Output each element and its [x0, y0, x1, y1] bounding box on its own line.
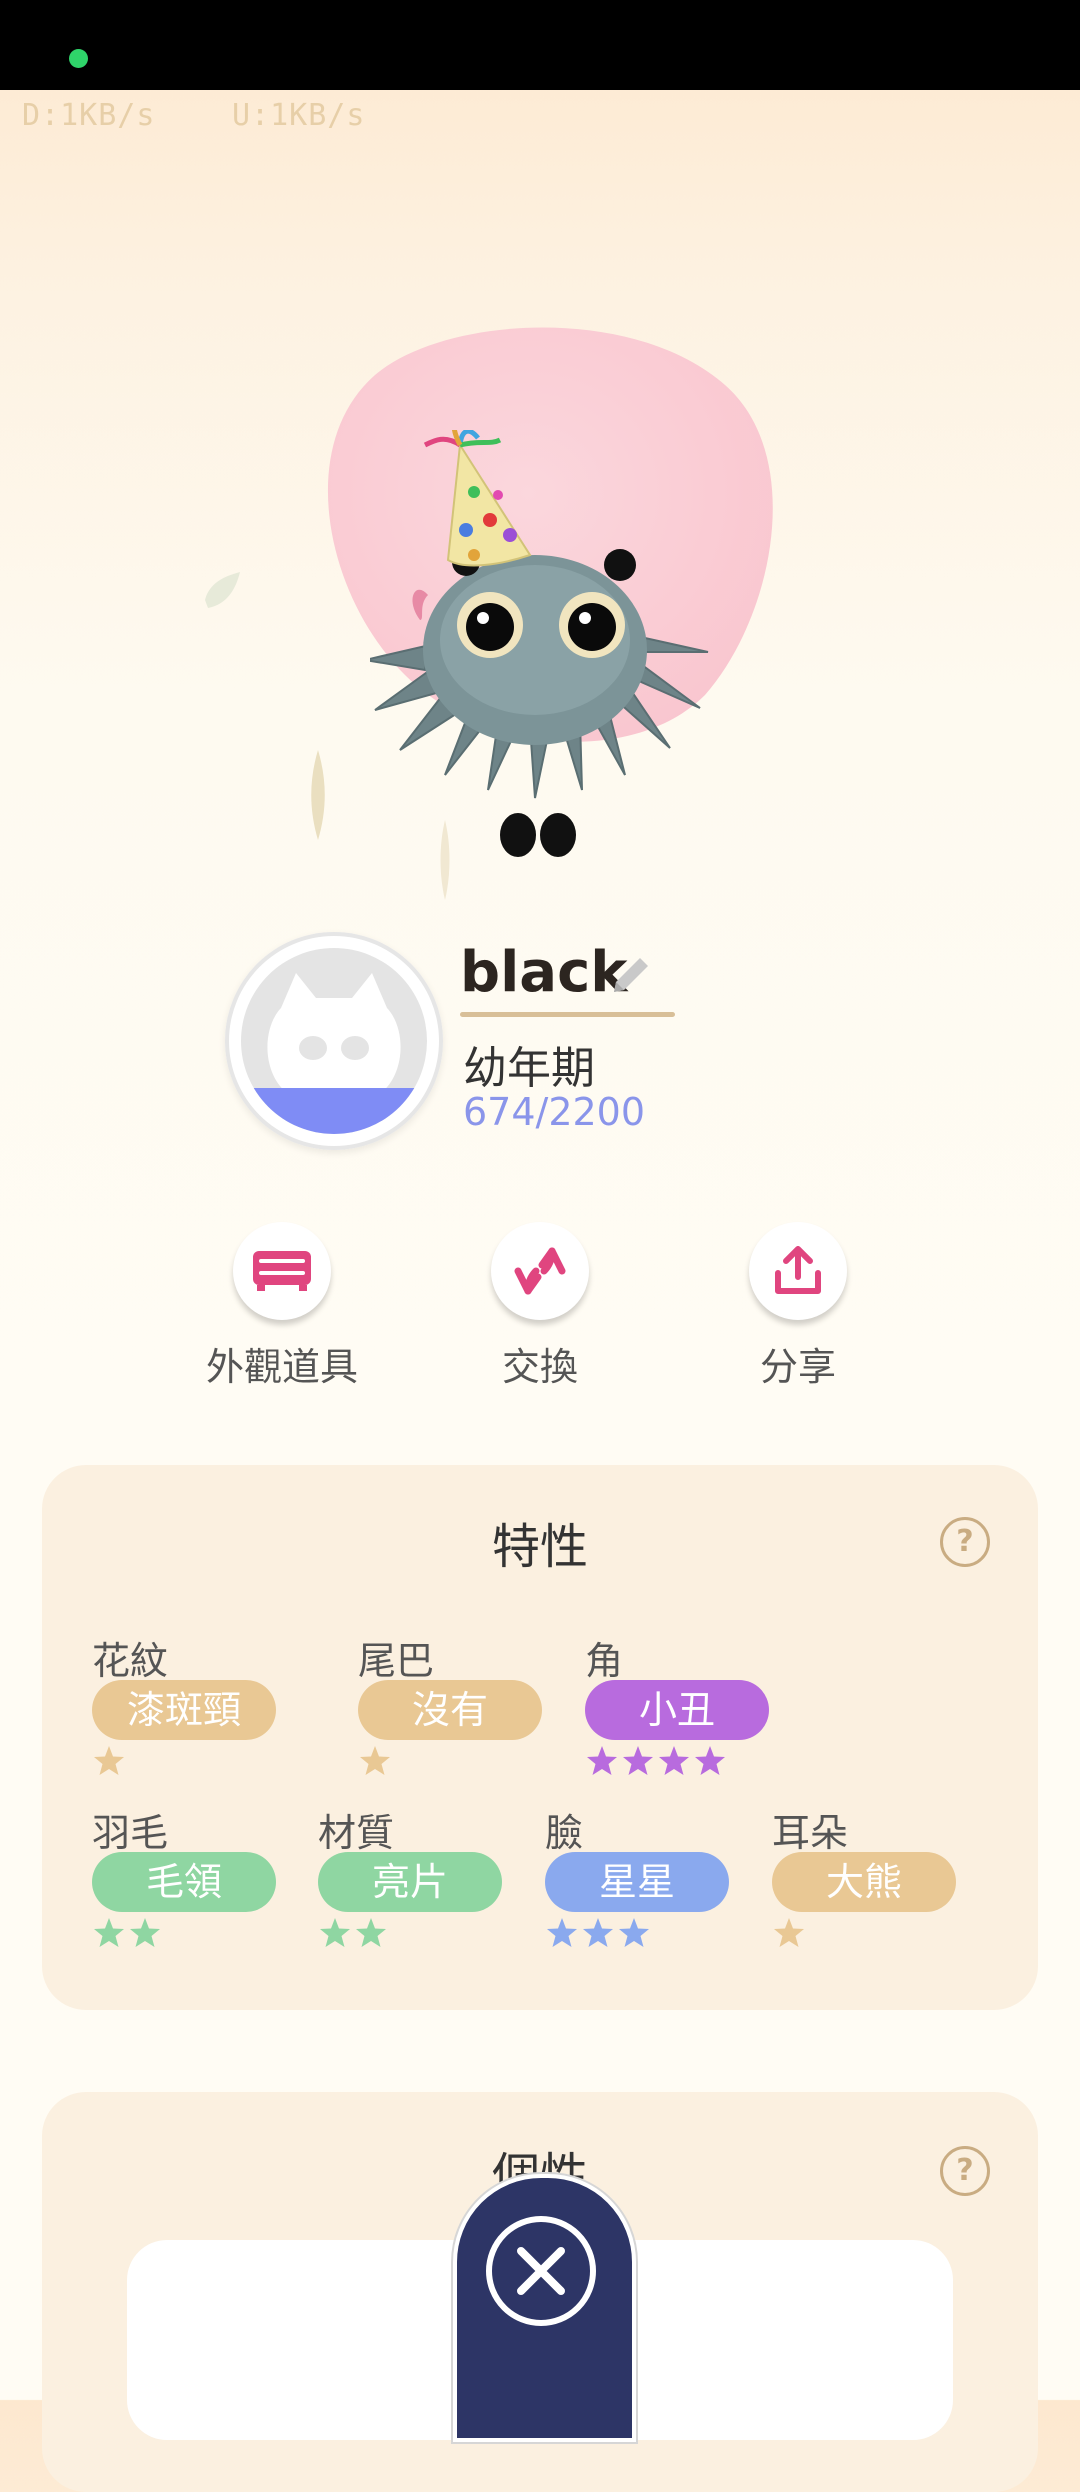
trait-rarity-stars — [585, 1744, 769, 1780]
close-button[interactable] — [486, 2216, 596, 2326]
trait-rarity-stars — [318, 1916, 502, 1952]
growth-progress-fill — [241, 1088, 427, 1134]
star-icon — [547, 1918, 577, 1947]
trait-label: 角 — [585, 1639, 624, 1683]
pet-name[interactable]: black — [460, 940, 628, 1005]
appearance-items-label: 外觀道具 — [205, 1345, 358, 1389]
trait-rarity-stars — [772, 1916, 956, 1952]
star-icon — [587, 1746, 617, 1775]
trait-rarity-stars — [545, 1916, 729, 1952]
upload-speed: U:1KB/s — [232, 98, 366, 133]
trait-label: 材質 — [318, 1811, 395, 1855]
appearance-items-button[interactable]: 外觀道具 — [182, 1222, 382, 1391]
swap-icon — [514, 1247, 566, 1295]
trait-label: 臉 — [545, 1811, 584, 1855]
trait-rarity-stars — [92, 1916, 276, 1952]
trait-item[interactable]: 角小丑 — [585, 1630, 769, 1780]
trait-value-pill[interactable]: 星星 — [545, 1852, 729, 1912]
trait-label: 耳朵 — [772, 1811, 849, 1855]
trait-item[interactable]: 尾巴 沒有 — [358, 1630, 542, 1780]
star-icon — [774, 1918, 804, 1947]
trait-rarity-stars — [92, 1744, 276, 1780]
trait-label: 花紋 — [92, 1639, 169, 1683]
trait-item[interactable]: 材質 亮片 — [318, 1802, 502, 1952]
pet-character[interactable] — [370, 430, 710, 860]
name-underline — [460, 1012, 675, 1017]
star-icon — [94, 1918, 124, 1947]
star-icon — [320, 1918, 350, 1947]
traits-title: 特性 — [491, 1519, 588, 1575]
star-icon — [130, 1918, 160, 1947]
trait-value-pill[interactable]: 漆斑頸 — [92, 1680, 276, 1740]
trait-value-pill[interactable]: 大熊 — [772, 1852, 956, 1912]
trait-item[interactable]: 耳朵 大熊 — [772, 1802, 956, 1952]
trait-item[interactable]: 花紋 漆斑頸 — [92, 1630, 276, 1780]
status-bar — [0, 0, 1080, 90]
swap-button[interactable]: 交換 — [440, 1222, 640, 1391]
floating-leaf-icon — [311, 750, 325, 840]
star-icon — [619, 1918, 649, 1947]
star-icon — [360, 1746, 390, 1775]
share-label: 分享 — [759, 1345, 836, 1389]
trait-label: 尾巴 — [358, 1639, 435, 1683]
pet-showcase[interactable] — [0, 280, 1080, 900]
star-icon — [659, 1746, 689, 1775]
trait-value-pill[interactable]: 亮片 — [318, 1852, 502, 1912]
edit-pencil-icon[interactable] — [606, 950, 656, 1000]
share-icon — [775, 1246, 821, 1294]
trait-value-pill[interactable]: 毛領 — [92, 1852, 276, 1912]
traits-help-icon[interactable]: ? — [940, 1517, 990, 1567]
trait-rarity-stars — [358, 1744, 542, 1780]
floating-leaf-icon — [205, 572, 240, 608]
experience-progress: 674/2200 — [463, 1090, 646, 1134]
trait-item[interactable]: 臉星星 — [545, 1802, 729, 1952]
trait-value-pill[interactable]: 小丑 — [585, 1680, 769, 1740]
download-speed: D:1KB/s — [22, 98, 156, 133]
share-button[interactable]: 分享 — [698, 1222, 898, 1391]
close-icon — [517, 2247, 565, 2295]
star-icon — [583, 1918, 613, 1947]
swap-label: 交換 — [501, 1345, 578, 1389]
star-icon — [623, 1746, 653, 1775]
star-icon — [695, 1746, 725, 1775]
personality-help-icon[interactable]: ? — [940, 2146, 990, 2196]
star-icon — [356, 1918, 386, 1947]
trait-item[interactable]: 羽毛 毛領 — [92, 1802, 276, 1952]
star-icon — [94, 1746, 124, 1775]
recording-dot-icon — [69, 49, 88, 68]
growth-stage: 幼年期 — [463, 1043, 595, 1094]
trait-value-pill[interactable]: 沒有 — [358, 1680, 542, 1740]
dresser-icon — [253, 1251, 311, 1291]
trait-label: 羽毛 — [92, 1811, 169, 1855]
close-panel-tab[interactable] — [453, 2174, 636, 2442]
growth-avatar — [225, 932, 443, 1150]
